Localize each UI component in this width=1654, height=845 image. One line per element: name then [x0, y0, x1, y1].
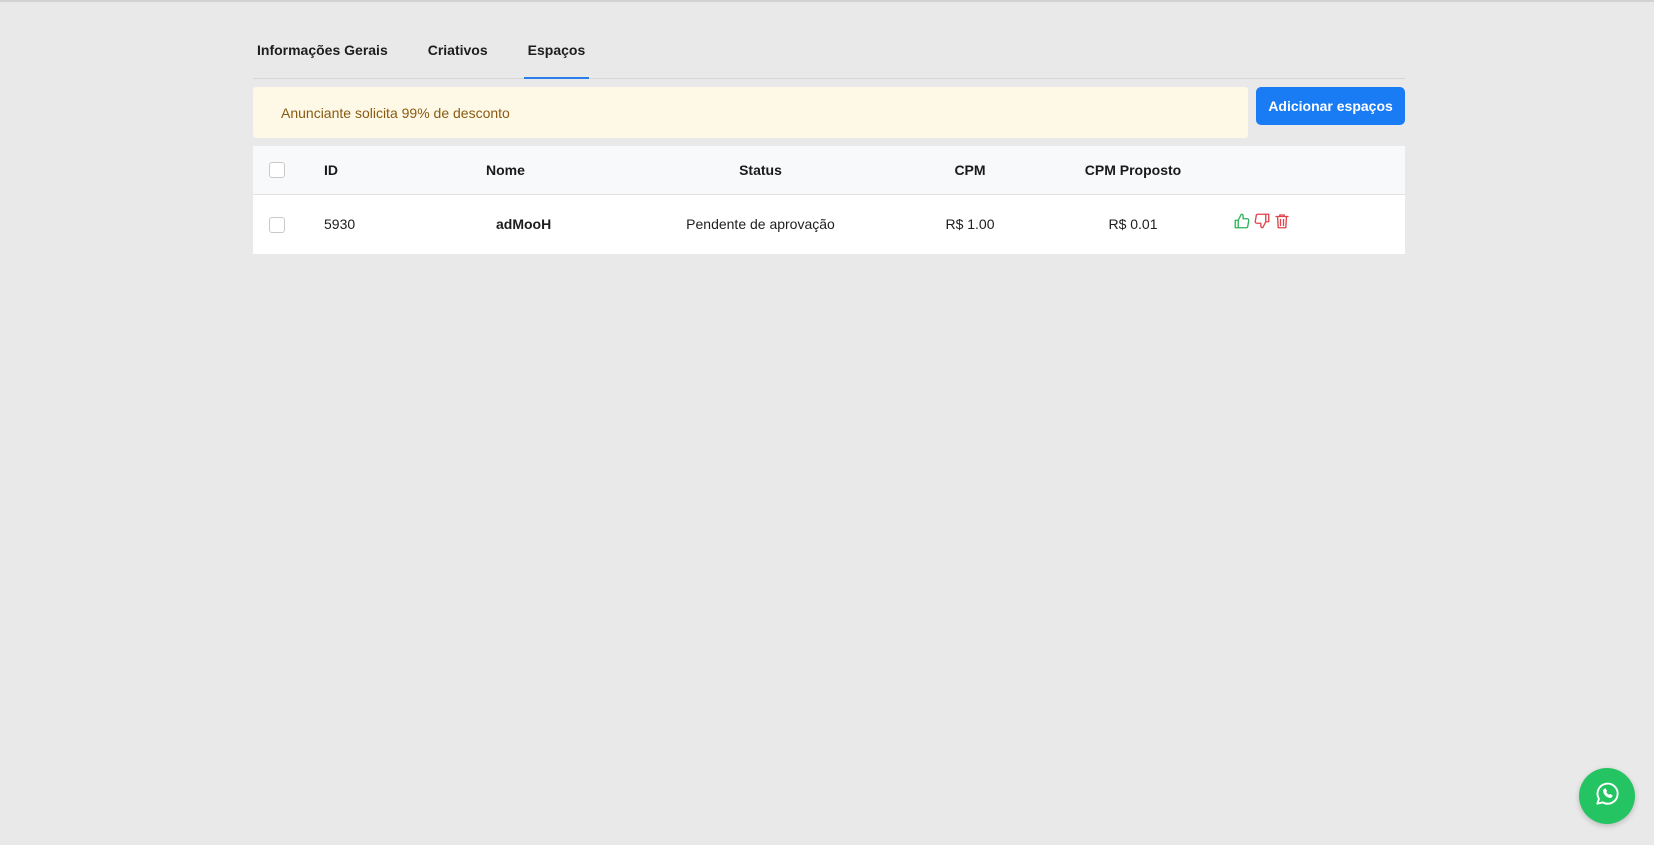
cell-cpm: R$ 1.00: [945, 216, 995, 233]
whatsapp-chat-button[interactable]: [1579, 768, 1635, 824]
cell-nome: adMooH: [485, 194, 622, 254]
cell-cpm-proposto: R$ 0.01: [1108, 216, 1158, 233]
header-cpm: CPM: [954, 161, 986, 178]
tab-criativos[interactable]: Criativos: [424, 28, 492, 78]
discount-alert: Anunciante solicita 99% de desconto: [253, 87, 1249, 138]
toolbar-row: Anunciante solicita 99% de desconto Adic…: [253, 87, 1405, 138]
header-id: ID: [324, 161, 338, 178]
whatsapp-icon: [1593, 780, 1621, 813]
spaces-table: ID Nome Status CPM CPM Proposto 5930 adM…: [253, 146, 1405, 254]
main-content: Informações Gerais Criativos Espaços Anu…: [253, 28, 1405, 254]
cell-id: 5930: [324, 216, 356, 233]
header-status: Status: [739, 161, 782, 178]
row-select-cell: [253, 194, 302, 254]
row-checkbox[interactable]: [269, 216, 285, 233]
header-nome: Nome: [486, 161, 525, 178]
table-header-row: ID Nome Status CPM CPM Proposto: [253, 146, 1405, 194]
tab-informacoes-gerais[interactable]: Informações Gerais: [253, 28, 392, 78]
space-name: adMooH: [496, 216, 552, 233]
select-all-checkbox[interactable]: [269, 162, 285, 179]
thumbs-down-icon[interactable]: [1253, 212, 1271, 230]
tab-espacos[interactable]: Espaços: [523, 28, 590, 79]
top-divider: [0, 0, 1654, 2]
select-all-cell: [253, 146, 302, 194]
tab-bar: Informações Gerais Criativos Espaços: [253, 28, 1405, 79]
header-cpm-proposto: CPM Proposto: [1084, 161, 1182, 178]
cell-actions: [1225, 194, 1405, 254]
row-actions: [1233, 212, 1291, 230]
header-actions: [1225, 146, 1405, 194]
trash-icon[interactable]: [1273, 212, 1291, 230]
thumbs-up-icon[interactable]: [1233, 212, 1251, 230]
cell-status: Pendente de aprovação: [686, 216, 835, 233]
table-row: 5930 adMooH Pendente de aprovação R$ 1.0…: [253, 194, 1405, 254]
add-spaces-button[interactable]: Adicionar espaços: [1256, 87, 1405, 125]
